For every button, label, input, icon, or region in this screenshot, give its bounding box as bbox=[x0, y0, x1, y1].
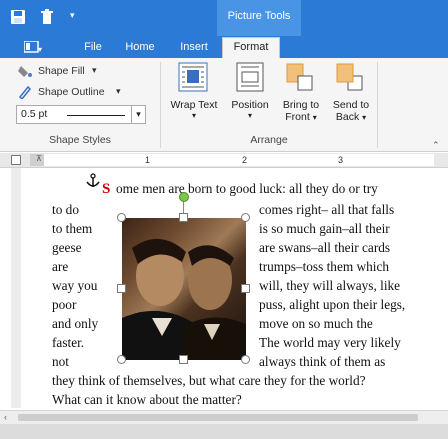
ruler-track bbox=[30, 154, 434, 166]
right-line: puss, alight upon their legs, bbox=[259, 297, 406, 312]
anchor-icon bbox=[86, 173, 100, 192]
bring-to-front-icon[interactable] bbox=[286, 63, 316, 96]
outline-width-sample bbox=[67, 115, 125, 116]
context-tab-title: Picture Tools bbox=[227, 10, 291, 22]
right-line: comes right– all that falls bbox=[259, 202, 395, 217]
drop-cap: S bbox=[102, 181, 111, 197]
horizontal-scrollbar[interactable]: ‹ bbox=[0, 410, 448, 424]
ruler-mark-3: 3 bbox=[338, 155, 344, 165]
collapse-ribbon-icon[interactable]: ⌃ bbox=[432, 140, 440, 151]
ruler-mark-2: 2 bbox=[242, 155, 248, 165]
bring-to-front-button-line2[interactable]: Front ▾ bbox=[276, 111, 326, 124]
rotate-handle[interactable] bbox=[179, 192, 189, 202]
left-line: are bbox=[52, 259, 69, 274]
position-dropdown-icon[interactable]: ▾ bbox=[224, 110, 276, 122]
resize-handle-bottom-left[interactable] bbox=[117, 355, 126, 364]
first-line: ome men are born to good luck: all they … bbox=[116, 181, 378, 196]
right-line: always think of them as bbox=[259, 354, 386, 369]
resize-handle-right[interactable] bbox=[241, 284, 250, 293]
wrap-text-dropdown-icon[interactable]: ▾ bbox=[164, 110, 224, 122]
tab-home[interactable]: Home bbox=[120, 40, 160, 58]
right-line: are swans–all their cards bbox=[259, 240, 391, 255]
left-line: and only bbox=[52, 316, 99, 331]
left-line: geese bbox=[52, 240, 82, 255]
outline-width-select[interactable]: 0.5 pt ▾ bbox=[16, 105, 146, 124]
shape-outline-button[interactable]: Shape Outline bbox=[38, 86, 105, 98]
left-line: to them bbox=[52, 221, 93, 236]
indent-marker-icon[interactable]: ⊼ bbox=[36, 154, 42, 163]
tab-stop-selector[interactable] bbox=[11, 155, 21, 165]
tab-format[interactable]: Format bbox=[222, 37, 280, 58]
shape-fill-dropdown-icon[interactable]: ▾ bbox=[92, 65, 97, 76]
left-line: not bbox=[52, 354, 69, 369]
shape-fill-icon[interactable] bbox=[18, 64, 32, 81]
right-line: is so much gain–all their bbox=[259, 221, 390, 236]
paragraph-line: What can it know about the matter? bbox=[52, 392, 242, 407]
selected-picture[interactable] bbox=[122, 218, 246, 360]
tab-insert[interactable]: Insert bbox=[172, 40, 216, 58]
scroll-left-icon[interactable]: ‹ bbox=[4, 412, 7, 422]
send-to-back-icon[interactable] bbox=[336, 63, 366, 96]
send-to-back-button[interactable]: Send to bbox=[326, 99, 376, 111]
right-line: trumps–toss them which bbox=[259, 259, 390, 274]
right-line: will, they will always, like bbox=[259, 278, 401, 293]
paragraph-line: they think of themselves, but what care … bbox=[52, 373, 366, 388]
position-icon[interactable] bbox=[236, 62, 264, 95]
shape-fill-button[interactable]: Shape Fill bbox=[38, 65, 85, 77]
tab-file[interactable]: File bbox=[76, 40, 110, 58]
resize-handle-top-right[interactable] bbox=[241, 213, 250, 222]
horizontal-ruler[interactable]: ⊼ 1 2 3 bbox=[0, 153, 448, 168]
arrange-group-label: Arrange bbox=[250, 134, 288, 146]
svg-text:▾: ▾ bbox=[38, 45, 42, 53]
scrollbar-thumb[interactable] bbox=[18, 414, 418, 421]
left-line: to do bbox=[52, 202, 79, 217]
qat-customize-icon[interactable]: ▾ bbox=[70, 10, 75, 21]
vertical-ruler bbox=[11, 168, 21, 408]
outline-width-dropdown-icon[interactable]: ▾ bbox=[131, 106, 145, 123]
left-line: poor bbox=[52, 297, 77, 312]
send-to-back-button-line2[interactable]: Back ▾ bbox=[326, 111, 376, 124]
backstage-menu-icon[interactable]: ▾ bbox=[23, 40, 42, 56]
bring-to-front-button[interactable]: Bring to bbox=[276, 99, 326, 111]
right-line: move on so much the bbox=[259, 316, 373, 331]
resize-handle-top-left[interactable] bbox=[117, 213, 126, 222]
resize-handle-bottom-right[interactable] bbox=[241, 355, 250, 364]
save-icon[interactable] bbox=[10, 9, 26, 28]
left-line: faster. bbox=[52, 335, 85, 350]
outline-width-value: 0.5 pt bbox=[21, 108, 48, 120]
wrap-text-icon[interactable] bbox=[178, 62, 208, 95]
ruler-mark-1: 1 bbox=[145, 155, 151, 165]
resize-handle-left[interactable] bbox=[117, 284, 126, 293]
status-strip bbox=[0, 424, 448, 439]
delete-icon[interactable] bbox=[40, 9, 54, 28]
shape-styles-group-label: Shape Styles bbox=[49, 134, 111, 146]
shape-outline-dropdown-icon[interactable]: ▾ bbox=[116, 86, 121, 97]
resize-handle-top[interactable] bbox=[179, 213, 188, 222]
right-line: The world may very likely bbox=[259, 335, 401, 350]
resize-handle-bottom[interactable] bbox=[179, 355, 188, 364]
left-line: way you bbox=[52, 278, 98, 293]
shape-outline-icon[interactable] bbox=[18, 85, 32, 102]
group-separator bbox=[377, 62, 378, 148]
